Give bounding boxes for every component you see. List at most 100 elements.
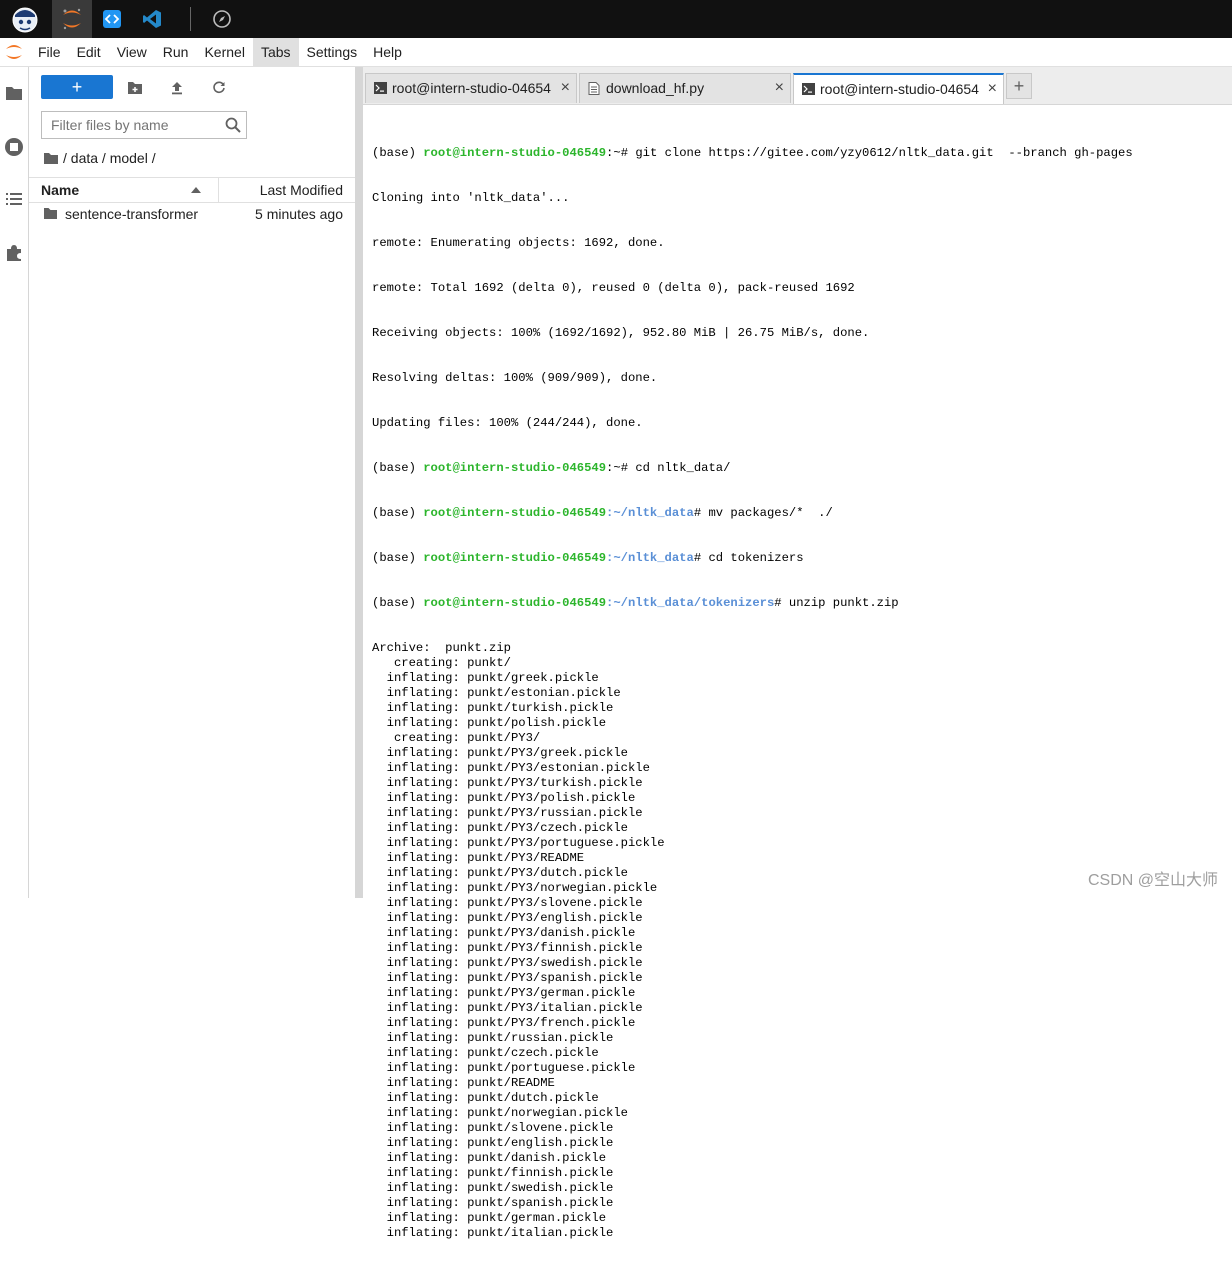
terminal-output: (base) root@intern-studio-046549:~# git … xyxy=(372,116,1133,1271)
file-browser-toolbar: + xyxy=(29,75,355,101)
terminal-output-line: inflating: punkt/norwegian.pickle xyxy=(372,1106,628,1120)
menu-edit[interactable]: Edit xyxy=(69,38,109,66)
terminal-output-line: remote: Enumerating objects: 1692, done. xyxy=(372,236,665,250)
refresh-icon xyxy=(213,81,225,94)
avatar[interactable] xyxy=(0,0,50,38)
terminal-output-line: inflating: punkt/PY3/dutch.pickle xyxy=(372,866,628,880)
menu-run[interactable]: Run xyxy=(155,38,197,66)
list-item[interactable]: sentence-transformer 5 minutes ago xyxy=(29,203,355,225)
file-filter xyxy=(41,111,247,139)
terminal-output-line: inflating: punkt/PY3/greek.pickle xyxy=(372,746,628,760)
terminal-output-line: inflating: punkt/PY3/polish.pickle xyxy=(372,791,636,805)
column-header-last-modified[interactable]: Last Modified xyxy=(260,178,343,202)
terminal-output-line: Receiving objects: 100% (1692/1692), 952… xyxy=(372,326,870,340)
column-header-name[interactable]: Name xyxy=(41,178,79,202)
terminal-output-line: inflating: punkt/estonian.pickle xyxy=(372,686,621,700)
conda-env: (base) xyxy=(372,461,424,475)
command-text: # cd nltk_data/ xyxy=(620,461,731,475)
breadcrumb: / data / model / xyxy=(43,149,156,167)
terminal-output-line: inflating: punkt/spanish.pickle xyxy=(372,1196,614,1210)
conda-env: (base) xyxy=(372,551,424,565)
compass-icon xyxy=(213,10,231,28)
terminal-output-line: Archive: punkt.zip xyxy=(372,641,511,655)
prompt-path: :~/nltk_data xyxy=(606,506,694,520)
tab-terminal-2[interactable]: root@intern-studio-04654 × xyxy=(793,73,1004,104)
tab-terminal-1[interactable]: root@intern-studio-04654 × xyxy=(365,73,577,103)
tab-download-hf[interactable]: download_hf.py × xyxy=(579,73,791,103)
prompt-path: :~ xyxy=(606,146,621,160)
menu-file[interactable]: File xyxy=(30,38,69,66)
app-launcher-bar xyxy=(0,0,1232,38)
terminal-output-line: creating: punkt/ xyxy=(372,656,511,670)
command-text: # mv packages/* ./ xyxy=(693,506,833,520)
mascot-icon xyxy=(12,7,38,33)
new-folder-button[interactable] xyxy=(123,77,147,99)
close-icon[interactable]: × xyxy=(775,74,784,102)
terminal-output-line: inflating: punkt/PY3/italian.pickle xyxy=(372,1001,643,1015)
vscode-launcher[interactable] xyxy=(134,0,170,38)
terminal-output-line: inflating: punkt/finnish.pickle xyxy=(372,1166,614,1180)
terminal-output-line: inflating: punkt/italian.pickle xyxy=(372,1226,614,1240)
command-text: # unzip punkt.zip xyxy=(774,596,899,610)
stop-circle-icon xyxy=(5,138,23,156)
column-divider[interactable] xyxy=(218,178,219,202)
menu-view[interactable]: View xyxy=(109,38,155,66)
close-icon[interactable]: × xyxy=(561,74,570,102)
terminal-output-line: inflating: punkt/PY3/norwegian.pickle xyxy=(372,881,658,895)
close-icon[interactable]: × xyxy=(988,75,997,103)
table-of-contents-tab[interactable] xyxy=(0,185,28,213)
puzzle-icon xyxy=(7,245,21,261)
tab-label: root@intern-studio-04654 xyxy=(820,81,979,97)
terminal-output-line: inflating: punkt/PY3/estonian.pickle xyxy=(372,761,650,775)
prompt-path: :~/nltk_data/tokenizers xyxy=(606,596,775,610)
conda-env: (base) xyxy=(372,146,424,160)
add-tab-button[interactable]: + xyxy=(1006,73,1032,99)
jupyter-launcher[interactable] xyxy=(52,0,92,38)
extension-manager-tab[interactable] xyxy=(0,239,28,267)
terminal-output-line: inflating: punkt/turkish.pickle xyxy=(372,701,614,715)
terminal-output-line: inflating: punkt/PY3/finnish.pickle xyxy=(372,941,643,955)
tab-bar: root@intern-studio-04654 × download_hf.p… xyxy=(363,67,1232,105)
prompt-host: root@intern-studio-046549 xyxy=(423,146,607,160)
jupyter-logo-icon xyxy=(6,45,22,59)
menu-bar: File Edit View Run Kernel Tabs Settings … xyxy=(0,38,1232,67)
left-sidebar-tabs xyxy=(0,67,29,898)
terminal-output-line: inflating: punkt/PY3/swedish.pickle xyxy=(372,956,643,970)
terminal-output-line: inflating: punkt/polish.pickle xyxy=(372,716,607,730)
watermark: CSDN @空山大师 xyxy=(1087,872,1218,889)
conda-env: (base) xyxy=(372,506,424,520)
terminal-output-line: inflating: punkt/czech.pickle xyxy=(372,1046,599,1060)
compass-launcher[interactable] xyxy=(204,0,240,38)
terminal-output-line: inflating: punkt/russian.pickle xyxy=(372,1031,614,1045)
code-editor-launcher[interactable] xyxy=(94,0,130,38)
terminal-output-line: inflating: punkt/PY3/french.pickle xyxy=(372,1016,636,1030)
panel-splitter[interactable] xyxy=(355,67,363,898)
menu-kernel[interactable]: Kernel xyxy=(196,38,252,66)
file-browser-tab[interactable] xyxy=(0,79,28,107)
menu-settings[interactable]: Settings xyxy=(299,38,366,66)
breadcrumb-path[interactable]: / data / model / xyxy=(63,150,156,166)
upload-button[interactable] xyxy=(165,77,189,99)
terminal-view[interactable]: (base) root@intern-studio-046549:~# git … xyxy=(363,105,1232,1240)
prompt-host: root@intern-studio-046549 xyxy=(423,596,607,610)
terminal-output-line: inflating: punkt/README xyxy=(372,1076,555,1090)
code-icon xyxy=(103,10,121,28)
refresh-button[interactable] xyxy=(207,77,231,99)
menu-help[interactable]: Help xyxy=(365,38,410,66)
terminal-output-line: inflating: punkt/PY3/spanish.pickle xyxy=(372,971,643,985)
running-sessions-tab[interactable] xyxy=(0,133,28,161)
new-launcher-button[interactable]: + xyxy=(41,75,113,99)
command-text: # cd tokenizers xyxy=(693,551,804,565)
upload-icon xyxy=(172,82,182,95)
home-folder-icon[interactable] xyxy=(43,152,59,165)
new-folder-icon xyxy=(128,82,142,94)
prompt-path: :~/nltk_data xyxy=(606,551,694,565)
folder-icon xyxy=(6,87,22,100)
menu-tabs[interactable]: Tabs xyxy=(252,38,299,66)
terminal-output-line: inflating: punkt/PY3/danish.pickle xyxy=(372,926,636,940)
terminal-output-line: inflating: punkt/PY3/slovene.pickle xyxy=(372,896,643,910)
terminal-output-line: inflating: punkt/PY3/russian.pickle xyxy=(372,806,643,820)
command-text: # git clone https://gitee.com/yzy0612/nl… xyxy=(620,146,1133,160)
terminal-output-line: inflating: punkt/PY3/README xyxy=(372,851,585,865)
filter-files-input[interactable] xyxy=(42,112,220,138)
